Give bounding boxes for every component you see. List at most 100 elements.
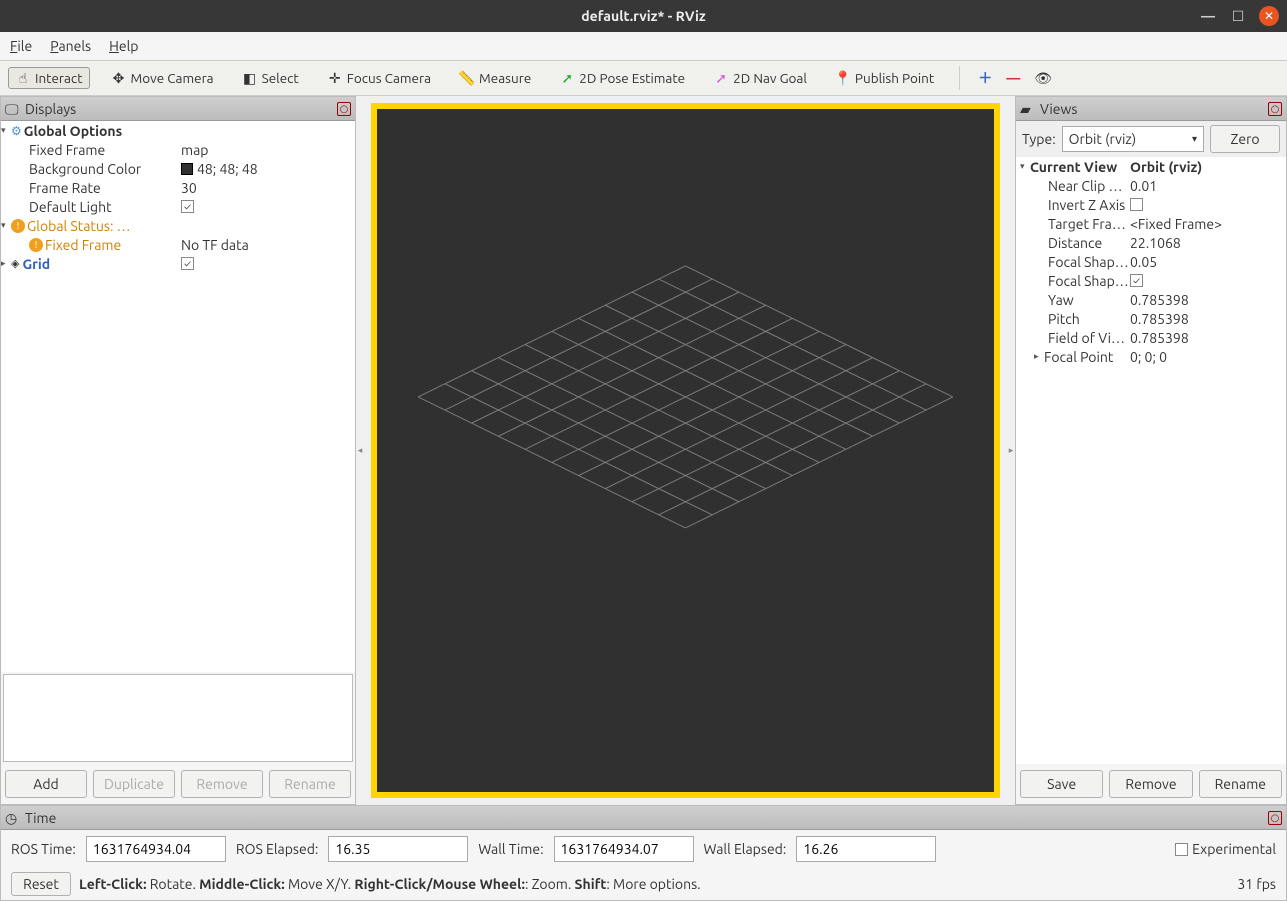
ros-elapsed-label: ROS Elapsed: [236, 841, 319, 857]
tree-row[interactable]: Invert Z Axis [1016, 195, 1286, 214]
warning-icon: ! [11, 219, 25, 233]
tool-2d-nav-goal[interactable]: ➚2D Nav Goal [706, 67, 814, 89]
eye-icon[interactable]: 👁 [1034, 70, 1052, 87]
rename-button[interactable]: Rename [269, 770, 351, 798]
crosshair-icon: ✛ [327, 70, 343, 86]
views-tree[interactable]: ▾Current View Orbit (rviz) Near Clip …0.… [1016, 157, 1286, 764]
tree-row[interactable]: Near Clip …0.01 [1016, 176, 1286, 195]
ros-elapsed-field[interactable] [328, 836, 468, 862]
tool-focus-camera[interactable]: ✛Focus Camera [320, 67, 438, 89]
plus-icon[interactable]: ＋ [978, 68, 992, 88]
tree-row[interactable]: ▸Focal Point0; 0; 0 [1016, 347, 1286, 366]
window-title: default.rviz* - RViz [581, 8, 705, 24]
views-panel: ▰ Views ○ Type: Orbit (rviz) ▾ Zero ▾Cur… [1015, 96, 1287, 805]
ros-time-field[interactable] [86, 836, 226, 862]
gear-icon: ⚙ [11, 124, 22, 138]
grid-checkbox[interactable]: ✓ [181, 257, 194, 270]
tool-2d-pose-estimate[interactable]: ➚2D Pose Estimate [552, 67, 692, 89]
grid-icon: ◈ [11, 257, 19, 270]
menu-file[interactable]: File [10, 38, 32, 54]
tree-row[interactable]: Yaw0.785398 [1016, 290, 1286, 309]
chevron-down-icon: ▾ [1192, 133, 1197, 145]
invert-z-checkbox[interactable] [1130, 198, 1143, 211]
tool-measure[interactable]: 📏Measure [452, 67, 538, 89]
displays-panel-header[interactable]: 🖵 Displays ○ [1, 97, 355, 121]
tool-select[interactable]: ◧Select [235, 67, 306, 89]
duplicate-button[interactable]: Duplicate [93, 770, 175, 798]
fps-label: 31 fps [1237, 876, 1276, 892]
panel-close-icon[interactable]: ○ [337, 102, 351, 116]
status-help-text: Left-Click: Rotate. Middle-Click: Move X… [79, 876, 1229, 892]
viewport-container [364, 96, 1007, 805]
tool-publish-point[interactable]: 📍Publish Point [828, 67, 941, 89]
experimental-label: Experimental [1192, 841, 1276, 857]
remove-button[interactable]: Remove [181, 770, 263, 798]
view-type-dropdown[interactable]: Orbit (rviz) ▾ [1062, 126, 1204, 152]
panel-close-icon[interactable]: ○ [1268, 102, 1282, 116]
tool-move-camera[interactable]: ✥Move Camera [104, 67, 221, 89]
experimental-checkbox[interactable] [1175, 843, 1188, 856]
tree-row-global-status[interactable]: ▾!Global Status: … [1, 216, 355, 235]
tree-row[interactable]: Pitch0.785398 [1016, 309, 1286, 328]
tree-row-current-view[interactable]: ▾Current View Orbit (rviz) [1016, 157, 1286, 176]
warning-icon: ! [29, 238, 43, 252]
wall-elapsed-label: Wall Elapsed: [704, 841, 787, 857]
tree-row-status-fixed-frame[interactable]: !Fixed Frame No TF data [1, 235, 355, 254]
panel-close-icon[interactable]: ○ [1268, 811, 1282, 825]
splitter-left[interactable]: ◂ [356, 96, 364, 805]
zero-button[interactable]: Zero [1210, 125, 1280, 153]
tree-row-grid[interactable]: ▸◈Grid ✓ [1, 254, 355, 273]
tree-row-global-options[interactable]: ▾⚙Global Options [1, 121, 355, 140]
tool-interact[interactable]: ☝Interact [8, 67, 90, 89]
maximize-button[interactable]: ☐ [1229, 7, 1247, 25]
tree-row[interactable]: Distance22.1068 [1016, 233, 1286, 252]
grid-render [377, 109, 994, 829]
menubar: File Panels Help [0, 32, 1287, 60]
views-panel-header[interactable]: ▰ Views ○ [1016, 97, 1286, 121]
default-light-checkbox[interactable]: ✓ [181, 200, 194, 213]
tree-row-frame-rate[interactable]: Frame Rate 30 [1, 178, 355, 197]
menu-panels[interactable]: Panels [50, 38, 91, 54]
tree-row-default-light[interactable]: Default Light ✓ [1, 197, 355, 216]
tree-row-bg-color[interactable]: Background Color 48; 48; 48 [1, 159, 355, 178]
toolbar-separator [959, 66, 960, 90]
arrow-pink-icon: ➚ [713, 70, 729, 86]
type-label: Type: [1022, 131, 1056, 147]
color-swatch[interactable] [181, 163, 193, 175]
menu-help[interactable]: Help [109, 38, 138, 54]
focal-fixed-checkbox[interactable]: ✓ [1130, 274, 1143, 287]
reset-button[interactable]: Reset [11, 872, 71, 896]
splitter-right[interactable]: ▸ [1007, 96, 1015, 805]
3d-viewport[interactable] [371, 103, 1000, 798]
displays-tree[interactable]: ▾⚙Global Options Fixed Frame map Backgro… [1, 121, 355, 672]
minimize-button[interactable]: — [1199, 7, 1217, 25]
description-box [3, 674, 353, 762]
tree-row[interactable]: Focal Shap…0.05 [1016, 252, 1286, 271]
save-button[interactable]: Save [1020, 770, 1103, 798]
tree-row[interactable]: Focal Shap…✓ [1016, 271, 1286, 290]
clock-icon: ◷ [5, 810, 21, 826]
rename-view-button[interactable]: Rename [1199, 770, 1282, 798]
wall-time-label: Wall Time: [478, 841, 543, 857]
move-icon: ✥ [111, 70, 127, 86]
minus-icon[interactable]: — [1006, 70, 1020, 86]
ruler-icon: 📏 [459, 70, 475, 86]
tree-row[interactable]: Field of Vi…0.785398 [1016, 328, 1286, 347]
wall-elapsed-field[interactable] [796, 836, 936, 862]
wall-time-field[interactable] [554, 836, 694, 862]
arrow-green-icon: ➚ [559, 70, 575, 86]
toolbar: ☝Interact ✥Move Camera ◧Select ✛Focus Ca… [0, 60, 1287, 96]
add-button[interactable]: Add [5, 770, 87, 798]
camera-icon: ▰ [1020, 101, 1036, 117]
tree-row-fixed-frame[interactable]: Fixed Frame map [1, 140, 355, 159]
tree-row[interactable]: Target Fra…<Fixed Frame> [1016, 214, 1286, 233]
window-titlebar: default.rviz* - RViz — ☐ ✕ [0, 0, 1287, 32]
remove-view-button[interactable]: Remove [1109, 770, 1192, 798]
ros-time-label: ROS Time: [11, 841, 76, 857]
pin-icon: 📍 [835, 70, 851, 86]
hand-icon: ☝ [15, 70, 31, 86]
monitor-icon: 🖵 [5, 101, 21, 117]
displays-panel: 🖵 Displays ○ ▾⚙Global Options Fixed Fram… [0, 96, 356, 805]
close-button[interactable]: ✕ [1259, 6, 1279, 26]
select-icon: ◧ [242, 70, 258, 86]
